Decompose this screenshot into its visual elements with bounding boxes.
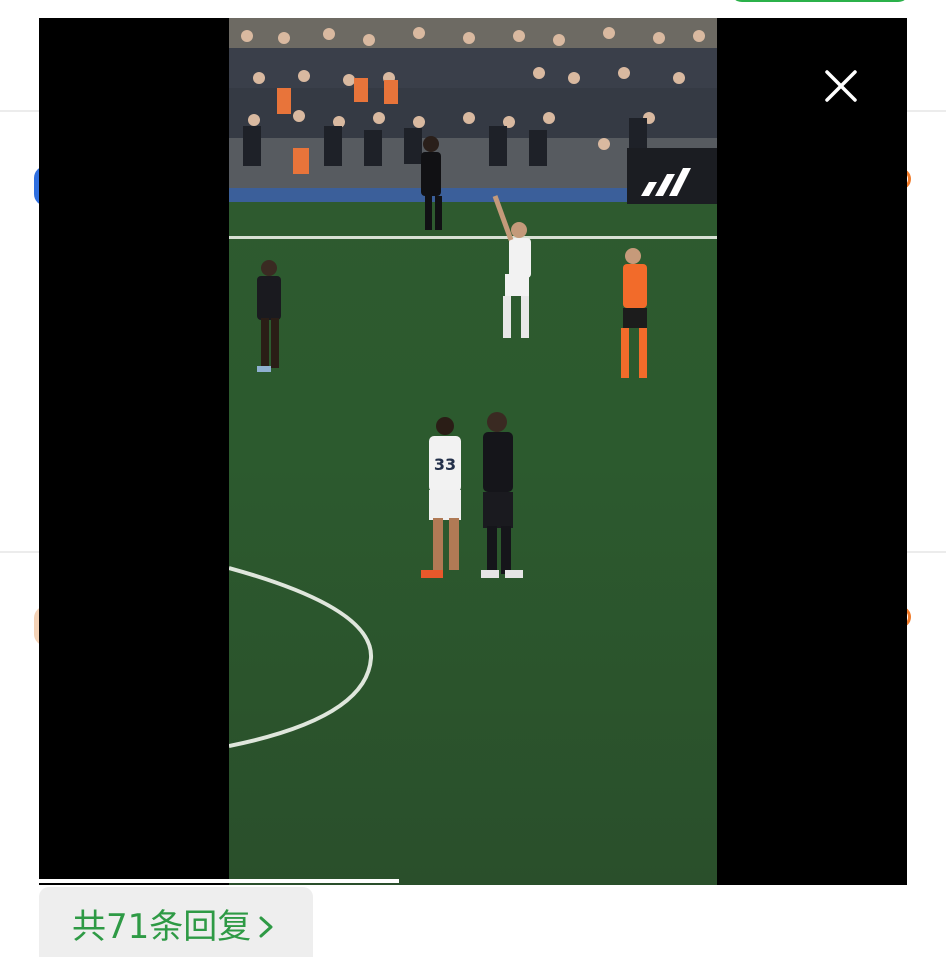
background-follow-button — [730, 0, 910, 2]
close-button[interactable] — [819, 64, 863, 108]
close-icon — [825, 70, 857, 102]
svg-text:33: 33 — [434, 455, 456, 474]
media-viewer[interactable]: 33 — [39, 18, 907, 885]
chevron-right-icon — [257, 910, 275, 944]
replies-count-label: 共71条回复 — [72, 907, 252, 947]
video-frame[interactable]: 33 — [229, 18, 717, 885]
video-still: 33 — [229, 18, 717, 885]
viewer-progress-bar — [39, 879, 399, 883]
page-root: 33 共71条回复 — [0, 0, 946, 957]
view-replies-button[interactable]: 共71条回复 — [39, 887, 313, 957]
